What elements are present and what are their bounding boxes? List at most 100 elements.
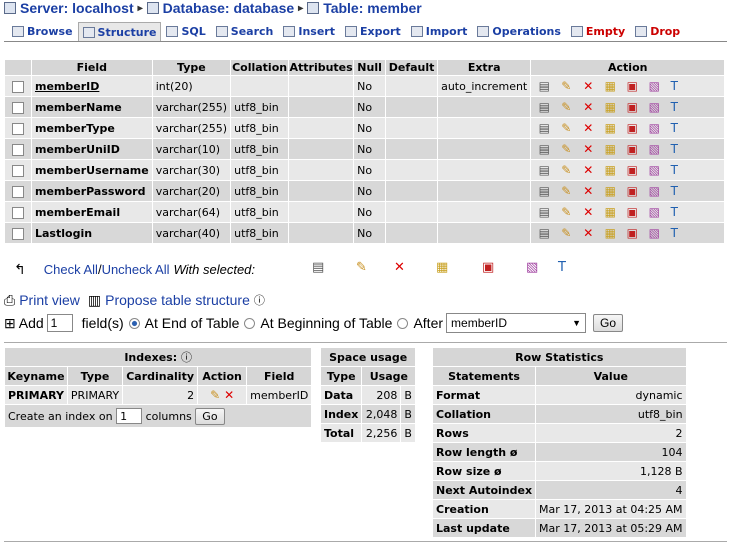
index-columns-input[interactable]: 1 xyxy=(116,407,143,424)
row-checkbox[interactable] xyxy=(12,227,24,240)
fulltext-icon[interactable]: T xyxy=(667,100,681,114)
drop-icon[interactable]: ✕ xyxy=(222,388,236,402)
add-go-button[interactable]: Go xyxy=(593,314,624,332)
tab-structure[interactable]: Structure xyxy=(77,22,162,41)
browse-icon[interactable]: ▤ xyxy=(537,226,551,240)
row-checkbox[interactable] xyxy=(12,80,24,93)
browse-icon[interactable]: ▤ xyxy=(537,121,551,135)
primary-key-icon[interactable]: ▦ xyxy=(603,79,617,93)
unique-icon[interactable]: ▣ xyxy=(625,226,639,240)
edit-icon[interactable]: ✎ xyxy=(559,142,573,156)
drop-icon[interactable]: ✕ xyxy=(581,142,595,156)
check-all-link[interactable]: Check All xyxy=(44,262,98,277)
drop-icon[interactable]: ✕ xyxy=(394,260,405,275)
unique-icon[interactable]: ▣ xyxy=(482,260,494,275)
index-icon[interactable]: ▧ xyxy=(647,121,661,135)
browse-icon[interactable]: ▤ xyxy=(537,184,551,198)
drop-icon[interactable]: ✕ xyxy=(581,226,595,240)
help-icon[interactable]: ⓘ xyxy=(181,351,192,364)
row-checkbox[interactable] xyxy=(12,206,24,219)
edit-icon[interactable]: ✎ xyxy=(559,205,573,219)
tab-operations[interactable]: Operations xyxy=(472,22,566,41)
drop-icon[interactable]: ✕ xyxy=(581,205,595,219)
uncheck-all-link[interactable]: Uncheck All xyxy=(102,262,170,277)
fulltext-icon[interactable]: T xyxy=(667,226,681,240)
drop-icon[interactable]: ✕ xyxy=(581,163,595,177)
propose-structure-link[interactable]: Propose table structure xyxy=(105,292,250,308)
fulltext-icon[interactable]: T xyxy=(667,121,681,135)
edit-icon[interactable]: ✎ xyxy=(559,163,573,177)
index-icon[interactable]: ▧ xyxy=(647,205,661,219)
row-checkbox[interactable] xyxy=(12,164,24,177)
row-checkbox[interactable] xyxy=(12,143,24,156)
index-icon[interactable]: ▧ xyxy=(647,142,661,156)
row-checkbox[interactable] xyxy=(12,185,24,198)
primary-key-icon[interactable]: ▦ xyxy=(603,205,617,219)
edit-icon[interactable]: ✎ xyxy=(208,388,222,402)
tab-empty[interactable]: Empty xyxy=(566,22,630,41)
browse-icon[interactable]: ▤ xyxy=(537,79,551,93)
primary-key-icon[interactable]: ▦ xyxy=(603,184,617,198)
browse-icon[interactable]: ▤ xyxy=(537,142,551,156)
primary-key-icon[interactable]: ▦ xyxy=(603,121,617,135)
index-icon[interactable]: ▧ xyxy=(647,79,661,93)
at-end-radio[interactable] xyxy=(128,317,140,329)
browse-icon[interactable]: ▤ xyxy=(312,260,324,275)
create-index-go-button[interactable]: Go xyxy=(195,407,225,425)
drop-icon[interactable]: ✕ xyxy=(581,100,595,114)
row-checkbox[interactable] xyxy=(12,101,24,114)
after-field-select[interactable]: memberID ▼ xyxy=(446,313,587,333)
primary-key-icon[interactable]: ▦ xyxy=(603,142,617,156)
edit-icon[interactable]: ✎ xyxy=(559,184,573,198)
fulltext-icon[interactable]: T xyxy=(558,260,566,275)
unique-icon[interactable]: ▣ xyxy=(625,121,639,135)
tab-browse[interactable]: Browse xyxy=(7,22,78,41)
fulltext-icon[interactable]: T xyxy=(667,79,681,93)
primary-key-icon[interactable]: ▦ xyxy=(603,163,617,177)
fulltext-icon[interactable]: T xyxy=(667,184,681,198)
tab-import[interactable]: Import xyxy=(406,22,473,41)
after-radio[interactable] xyxy=(397,317,409,329)
unique-icon[interactable]: ▣ xyxy=(625,100,639,114)
breadcrumb-server[interactable]: Server: localhost xyxy=(20,0,134,16)
index-icon[interactable]: ▧ xyxy=(647,184,661,198)
browse-icon[interactable]: ▤ xyxy=(537,205,551,219)
index-icon[interactable]: ▧ xyxy=(647,163,661,177)
primary-key-icon[interactable]: ▦ xyxy=(603,226,617,240)
index-icon[interactable]: ▧ xyxy=(647,100,661,114)
help-icon[interactable]: ⓘ xyxy=(254,292,265,308)
edit-icon[interactable]: ✎ xyxy=(559,226,573,240)
tab-sql[interactable]: SQL xyxy=(161,22,210,41)
unique-icon[interactable]: ▣ xyxy=(625,142,639,156)
tab-search[interactable]: Search xyxy=(211,22,279,41)
browse-icon[interactable]: ▤ xyxy=(537,163,551,177)
fulltext-icon[interactable]: T xyxy=(667,163,681,177)
breadcrumb-table[interactable]: Table: member xyxy=(323,0,422,16)
tab-drop[interactable]: Drop xyxy=(630,22,685,41)
browse-icon[interactable]: ▤ xyxy=(537,100,551,114)
unique-icon[interactable]: ▣ xyxy=(625,79,639,93)
unique-icon[interactable]: ▣ xyxy=(625,184,639,198)
drop-icon[interactable]: ✕ xyxy=(581,121,595,135)
unique-icon[interactable]: ▣ xyxy=(625,205,639,219)
edit-icon[interactable]: ✎ xyxy=(356,260,367,275)
drop-icon[interactable]: ✕ xyxy=(581,79,595,93)
primary-key-icon[interactable]: ▦ xyxy=(436,260,448,275)
print-view-link[interactable]: Print view xyxy=(19,292,80,308)
tab-export[interactable]: Export xyxy=(340,22,406,41)
tab-insert[interactable]: Insert xyxy=(278,22,340,41)
edit-icon[interactable]: ✎ xyxy=(559,121,573,135)
fulltext-icon[interactable]: T xyxy=(667,142,681,156)
fulltext-icon[interactable]: T xyxy=(667,205,681,219)
edit-icon[interactable]: ✎ xyxy=(559,100,573,114)
row-checkbox[interactable] xyxy=(12,122,24,135)
unique-icon[interactable]: ▣ xyxy=(625,163,639,177)
primary-key-icon[interactable]: ▦ xyxy=(603,100,617,114)
index-icon[interactable]: ▧ xyxy=(526,260,538,275)
index-icon[interactable]: ▧ xyxy=(647,226,661,240)
edit-icon[interactable]: ✎ xyxy=(559,79,573,93)
breadcrumb-database[interactable]: Database: database xyxy=(163,0,295,16)
drop-icon[interactable]: ✕ xyxy=(581,184,595,198)
at-beginning-radio[interactable] xyxy=(244,317,256,329)
field-count-input[interactable]: 1 xyxy=(46,314,73,332)
